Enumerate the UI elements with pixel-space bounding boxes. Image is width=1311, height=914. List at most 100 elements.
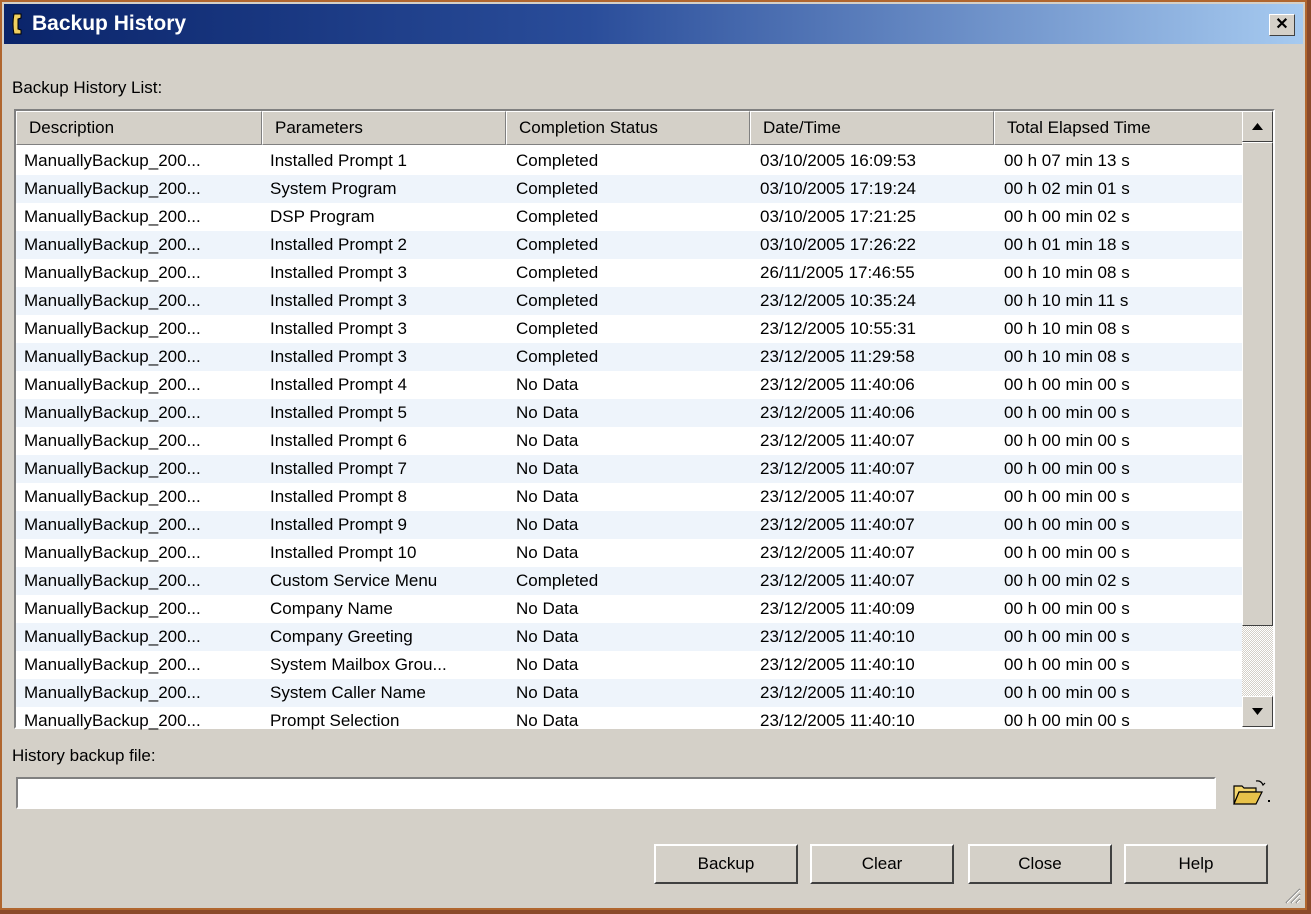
- table-row[interactable]: ManuallyBackup_200... Installed Prompt 10…: [16, 539, 1243, 567]
- cell-completion-status: Completed: [516, 347, 599, 366]
- cell-completion-status: No Data: [516, 487, 579, 506]
- cell-description: ManuallyBackup_200...: [24, 683, 201, 702]
- column-header-parameters[interactable]: Parameters: [262, 111, 506, 145]
- table-row[interactable]: ManuallyBackup_200... Installed Prompt 3 C…: [16, 343, 1243, 371]
- table-row[interactable]: ManuallyBackup_200... Installed Prompt 5 N…: [16, 399, 1243, 427]
- cell-description: ManuallyBackup_200...: [24, 431, 201, 450]
- table-row[interactable]: ManuallyBackup_200... Company Greeting No …: [16, 623, 1243, 651]
- cell-date-time: 23/12/2005 10:35:24: [760, 291, 916, 310]
- cell-date-time: 23/12/2005 11:40:10: [760, 655, 915, 674]
- browse-button[interactable]: [1230, 778, 1272, 810]
- cell-completion-status: Completed: [516, 319, 599, 338]
- title-bar[interactable]: Backup History ✕: [4, 4, 1303, 44]
- cell-parameters: Installed Prompt 3: [270, 263, 408, 282]
- history-file-field[interactable]: [16, 777, 1216, 809]
- table-row[interactable]: ManuallyBackup_200... Installed Prompt 9 N…: [16, 511, 1243, 539]
- history-file-label: History backup file:: [12, 746, 156, 765]
- cell-date-time: 23/12/2005 11:40:06: [760, 403, 915, 422]
- cell-total-elapsed-time: 00 h 00 min 02 s: [1004, 571, 1130, 590]
- close-window-button[interactable]: ✕: [1269, 14, 1295, 36]
- cell-description: ManuallyBackup_200...: [24, 571, 201, 590]
- cell-completion-status: No Data: [516, 683, 579, 702]
- cell-completion-status: No Data: [516, 711, 579, 730]
- cell-description: ManuallyBackup_200...: [24, 347, 201, 366]
- close-button[interactable]: Close: [968, 844, 1112, 884]
- cell-total-elapsed-time: 00 h 00 min 00 s: [1004, 375, 1130, 394]
- table-row[interactable]: ManuallyBackup_200... Installed Prompt 2 C…: [16, 231, 1243, 259]
- cell-date-time: 23/12/2005 11:40:07: [760, 543, 915, 562]
- cell-total-elapsed-time: 00 h 00 min 00 s: [1004, 459, 1130, 478]
- cell-description: ManuallyBackup_200...: [24, 487, 201, 506]
- cell-date-time: 23/12/2005 11:29:58: [760, 347, 915, 366]
- cell-date-time: 23/12/2005 11:40:10: [760, 683, 915, 702]
- table-row[interactable]: ManuallyBackup_200... Installed Prompt 4 N…: [16, 371, 1243, 399]
- table-row[interactable]: ManuallyBackup_200... Prompt Selection No …: [16, 707, 1243, 735]
- table-row[interactable]: ManuallyBackup_200... Installed Prompt 3 C…: [16, 287, 1243, 315]
- backup-button[interactable]: Backup: [654, 844, 798, 884]
- cell-description: ManuallyBackup_200...: [24, 179, 201, 198]
- cell-description: ManuallyBackup_200...: [24, 151, 201, 170]
- table-row[interactable]: ManuallyBackup_200... DSP Program Complete…: [16, 203, 1243, 231]
- cell-total-elapsed-time: 00 h 00 min 00 s: [1004, 543, 1130, 562]
- column-header-date-time[interactable]: Date/Time: [750, 111, 994, 145]
- list-label: Backup History List:: [12, 78, 163, 97]
- cell-total-elapsed-time: 00 h 00 min 00 s: [1004, 487, 1130, 506]
- cell-completion-status: Completed: [516, 207, 599, 226]
- table-row[interactable]: ManuallyBackup_200... Installed Prompt 3 C…: [16, 315, 1243, 343]
- cell-completion-status: No Data: [516, 627, 579, 646]
- cell-total-elapsed-time: 00 h 10 min 08 s: [1004, 319, 1130, 338]
- table-row[interactable]: ManuallyBackup_200... Installed Prompt 8 N…: [16, 483, 1243, 511]
- table-row[interactable]: ManuallyBackup_200... Custom Service Menu…: [16, 567, 1243, 595]
- help-button[interactable]: Help: [1124, 844, 1268, 884]
- table-row[interactable]: ManuallyBackup_200... Installed Prompt 6 N…: [16, 427, 1243, 455]
- cell-date-time: 23/12/2005 11:40:07: [760, 431, 915, 450]
- column-header-description[interactable]: Description: [16, 111, 262, 145]
- table-row[interactable]: ManuallyBackup_200... System Caller Name N…: [16, 679, 1243, 707]
- cell-date-time: 23/12/2005 11:40:10: [760, 711, 915, 730]
- cell-completion-status: No Data: [516, 375, 579, 394]
- scroll-up-button[interactable]: [1242, 111, 1273, 142]
- clear-button[interactable]: Clear: [810, 844, 954, 884]
- cell-date-time: 03/10/2005 17:19:24: [760, 179, 916, 198]
- cell-parameters: Installed Prompt 10: [270, 543, 417, 562]
- window-title: Backup History: [32, 12, 187, 35]
- table-row[interactable]: ManuallyBackup_200... System Program Compl…: [16, 175, 1243, 203]
- vertical-scrollbar[interactable]: [1242, 111, 1273, 727]
- cell-date-time: 23/12/2005 11:40:07: [760, 459, 915, 478]
- backup-history-dialog: Backup History ✕ Backup History List: De…: [0, 0, 1307, 910]
- backup-history-list[interactable]: Description Parameters Completion Status…: [14, 109, 1275, 730]
- cell-parameters: Prompt Selection: [270, 711, 400, 730]
- table-row[interactable]: ManuallyBackup_200... Installed Prompt 7 N…: [16, 455, 1243, 483]
- cell-parameters: System Program: [270, 179, 397, 198]
- column-header-completion-status[interactable]: Completion Status: [506, 111, 750, 145]
- cell-description: ManuallyBackup_200...: [24, 627, 201, 646]
- list-rows: ManuallyBackup_200... Installed Prompt 1 C…: [16, 147, 1243, 735]
- table-row[interactable]: ManuallyBackup_200... Installed Prompt 1 C…: [16, 147, 1243, 175]
- cell-total-elapsed-time: 00 h 00 min 00 s: [1004, 515, 1130, 534]
- scroll-down-button[interactable]: [1242, 696, 1273, 727]
- table-row[interactable]: ManuallyBackup_200... System Mailbox Grou…: [16, 651, 1243, 679]
- cell-parameters: Installed Prompt 4: [270, 375, 408, 394]
- cell-completion-status: No Data: [516, 655, 579, 674]
- scroll-thumb[interactable]: [1242, 142, 1273, 626]
- cell-date-time: 23/12/2005 11:40:10: [760, 627, 915, 646]
- cell-parameters: Company Greeting: [270, 627, 413, 646]
- cell-parameters: Installed Prompt 1: [270, 151, 408, 170]
- cell-date-time: 23/12/2005 11:40:07: [760, 571, 915, 590]
- cell-total-elapsed-time: 00 h 01 min 18 s: [1004, 235, 1130, 254]
- cell-parameters: Company Name: [270, 599, 393, 618]
- column-header-total-elapsed-time[interactable]: Total Elapsed Time: [994, 111, 1243, 145]
- table-row[interactable]: ManuallyBackup_200... Installed Prompt 3 C…: [16, 259, 1243, 287]
- resize-grip-icon[interactable]: [1283, 886, 1301, 904]
- cell-completion-status: Completed: [516, 571, 599, 590]
- cell-parameters: System Caller Name: [270, 683, 426, 702]
- cell-total-elapsed-time: 00 h 00 min 00 s: [1004, 655, 1130, 674]
- cell-description: ManuallyBackup_200...: [24, 263, 201, 282]
- cell-date-time: 23/12/2005 10:55:31: [760, 319, 916, 338]
- cell-total-elapsed-time: 00 h 00 min 00 s: [1004, 599, 1130, 618]
- cell-completion-status: Completed: [516, 235, 599, 254]
- cell-total-elapsed-time: 00 h 00 min 00 s: [1004, 627, 1130, 646]
- table-row[interactable]: ManuallyBackup_200... Company Name No Data…: [16, 595, 1243, 623]
- cell-completion-status: No Data: [516, 515, 579, 534]
- cell-description: ManuallyBackup_200...: [24, 291, 201, 310]
